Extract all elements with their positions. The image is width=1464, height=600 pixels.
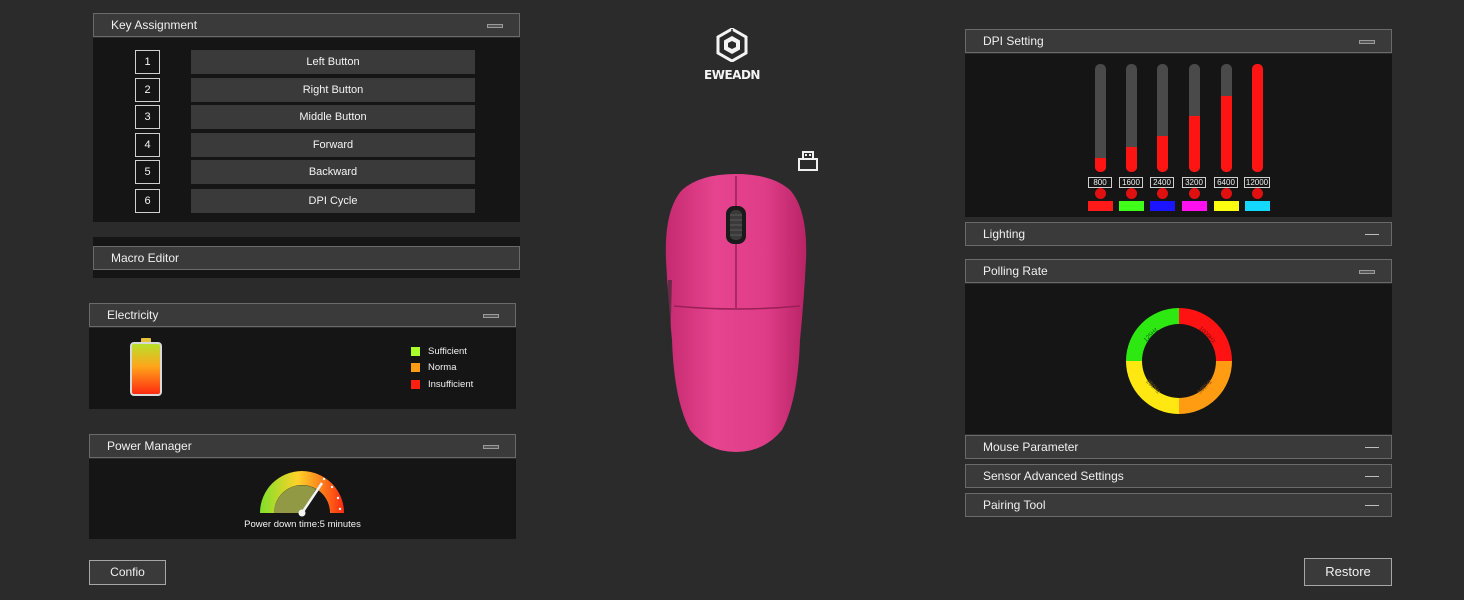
legend-label: Sufficient [428,346,467,357]
dpi-slider-12000[interactable] [1251,64,1263,172]
dpi-select-dot[interactable] [1125,188,1137,199]
dpi-slider-fill [1156,136,1168,172]
brand-logo: EWEADN [700,28,764,84]
dpi-slider-3200[interactable] [1188,64,1200,172]
dpi-value-label: 2400 [1150,177,1174,188]
electricity-panel: Sufficient Norma Insufficient [89,328,516,409]
legend-label: Insufficient [428,379,474,390]
legend-label: Norma [428,362,457,373]
power-manager-title: Power Manager [107,439,192,453]
dpi-slider-fill [1251,64,1263,172]
key-assignment-button[interactable]: Right Button [191,78,475,102]
brand-logo-icon [716,28,748,62]
restore-button-label: Restore [1325,564,1371,579]
dpi-slider-fill [1188,115,1200,172]
dpi-select-dot[interactable] [1251,188,1263,199]
dpi-slider-fill [1125,147,1137,172]
legend-swatch [411,380,420,389]
key-number-1: 1 [135,50,160,74]
dpi-color-swatch[interactable] [1244,201,1270,211]
brand-name: EWEADN [704,68,760,82]
pairing-tool-title: Pairing Tool [983,498,1046,512]
dpi-value-label: 6400 [1214,177,1238,188]
polling-rate-header[interactable]: Polling Rate [965,259,1392,283]
dpi-setting-title: DPI Setting [983,34,1044,48]
key-assignment-button[interactable]: Backward [191,160,475,184]
macro-editor-header[interactable]: Macro Editor [93,246,520,270]
dpi-value-label: 1600 [1119,177,1143,188]
key-assignment-button[interactable]: DPI Cycle [191,189,475,213]
config-button-label: Confio [110,565,145,579]
dpi-slider-2400[interactable] [1156,64,1168,172]
legend-swatch [411,363,420,372]
key-assignment-button[interactable]: Forward [191,133,475,157]
dpi-setting-header[interactable]: DPI Setting [965,29,1392,53]
dpi-select-dot[interactable] [1188,188,1200,199]
dpi-select-dot[interactable] [1220,188,1232,199]
key-assignment-header[interactable]: Key Assignment [93,13,520,37]
collapse-icon[interactable] [483,314,499,318]
dpi-select-dot[interactable] [1156,188,1168,199]
mouse-parameter-title: Mouse Parameter [983,440,1079,454]
collapse-icon[interactable] [1365,447,1379,448]
dpi-color-swatch[interactable] [1149,201,1175,211]
collapse-icon[interactable] [1359,270,1375,274]
polling-rate-panel: 1000Hz 500Hz 250Hz 125Hz [965,284,1392,434]
dpi-slider-800[interactable] [1094,64,1106,172]
polling-rate-title: Polling Rate [983,264,1048,278]
pairing-tool-header[interactable]: Pairing Tool [965,493,1392,517]
dpi-slider-fill [1094,157,1106,172]
dpi-select-dot[interactable] [1094,188,1106,199]
sensor-advanced-title: Sensor Advanced Settings [983,469,1124,483]
macro-editor-title: Macro Editor [111,251,180,265]
legend-swatch [411,347,420,356]
dpi-value-label: 12000 [1244,177,1270,188]
key-number-6: 6 [135,189,160,213]
power-manager-header[interactable]: Power Manager [89,434,516,458]
power-down-text: Power down time:5 minutes [244,519,361,530]
dpi-color-swatch[interactable] [1181,201,1207,211]
electricity-title: Electricity [107,308,159,322]
power-gauge [260,471,344,517]
collapse-icon[interactable] [1365,505,1379,506]
lighting-header[interactable]: Lighting [965,222,1392,246]
collapse-icon[interactable] [487,24,503,28]
lighting-title: Lighting [983,227,1026,241]
battery-icon [130,338,162,396]
dpi-slider-6400[interactable] [1220,64,1232,172]
sensor-advanced-header[interactable]: Sensor Advanced Settings [965,464,1392,488]
polling-rate-ring[interactable]: 1000Hz 500Hz 250Hz 125Hz [1124,306,1234,416]
power-manager-panel: Power down time:5 minutes [89,459,516,539]
collapse-icon[interactable] [483,445,499,449]
collapse-icon[interactable] [1365,234,1379,235]
dpi-value-label: 3200 [1182,177,1206,188]
key-assignment-panel: 1 Left Button 2 Right Button 3 Middle Button 4… [93,38,520,222]
key-assignment-button[interactable]: Left Button [191,50,475,74]
mouse-image [665,174,807,452]
key-assignment-title: Key Assignment [111,18,198,32]
dpi-color-swatch[interactable] [1087,201,1113,211]
config-button[interactable]: Confio [89,560,166,585]
key-number-4: 4 [135,133,160,157]
dpi-setting-panel [965,54,1392,217]
key-number-2: 2 [135,78,160,102]
dpi-slider-1600[interactable] [1125,64,1137,172]
key-number-3: 3 [135,105,160,129]
dpi-color-swatch[interactable] [1213,201,1239,211]
key-number-5: 5 [135,160,160,184]
collapse-icon[interactable] [1365,476,1379,477]
mouse-parameter-header[interactable]: Mouse Parameter [965,435,1392,459]
collapse-icon[interactable] [1359,40,1375,44]
dpi-color-swatch[interactable] [1118,201,1144,211]
electricity-header[interactable]: Electricity [89,303,516,327]
key-assignment-button[interactable]: Middle Button [191,105,475,129]
dpi-value-label: 800 [1088,177,1112,188]
usb-receiver-icon[interactable] [797,150,819,172]
dpi-slider-fill [1220,96,1232,172]
restore-button[interactable]: Restore [1304,558,1392,586]
